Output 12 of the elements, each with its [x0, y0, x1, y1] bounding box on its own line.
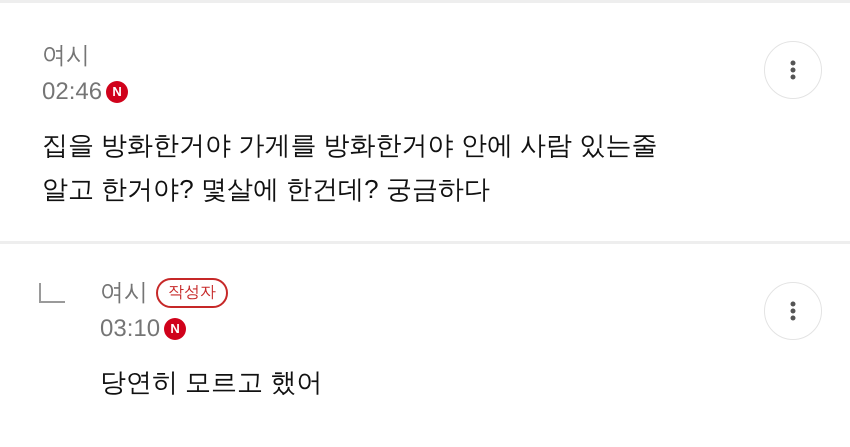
comment-text: 당연히 모르고 했어	[100, 366, 324, 399]
comment-text: 집을 방화한거야 가게를 방화한거야 안에 사람 있는줄 알고 한거야? 몇살에 한건데? 궁금하다	[42, 129, 658, 206]
reply-indent-icon	[38, 282, 66, 304]
author-badge: 작성자	[156, 278, 228, 308]
comment-time: 02:46	[42, 77, 102, 107]
comment-time: 03:10	[100, 314, 160, 344]
new-badge: N	[106, 81, 128, 103]
author-name: 여시	[42, 41, 90, 71]
more-icon	[790, 301, 796, 321]
new-badge: N	[164, 318, 186, 340]
more-icon	[790, 60, 796, 80]
author-name: 여시	[100, 278, 148, 308]
